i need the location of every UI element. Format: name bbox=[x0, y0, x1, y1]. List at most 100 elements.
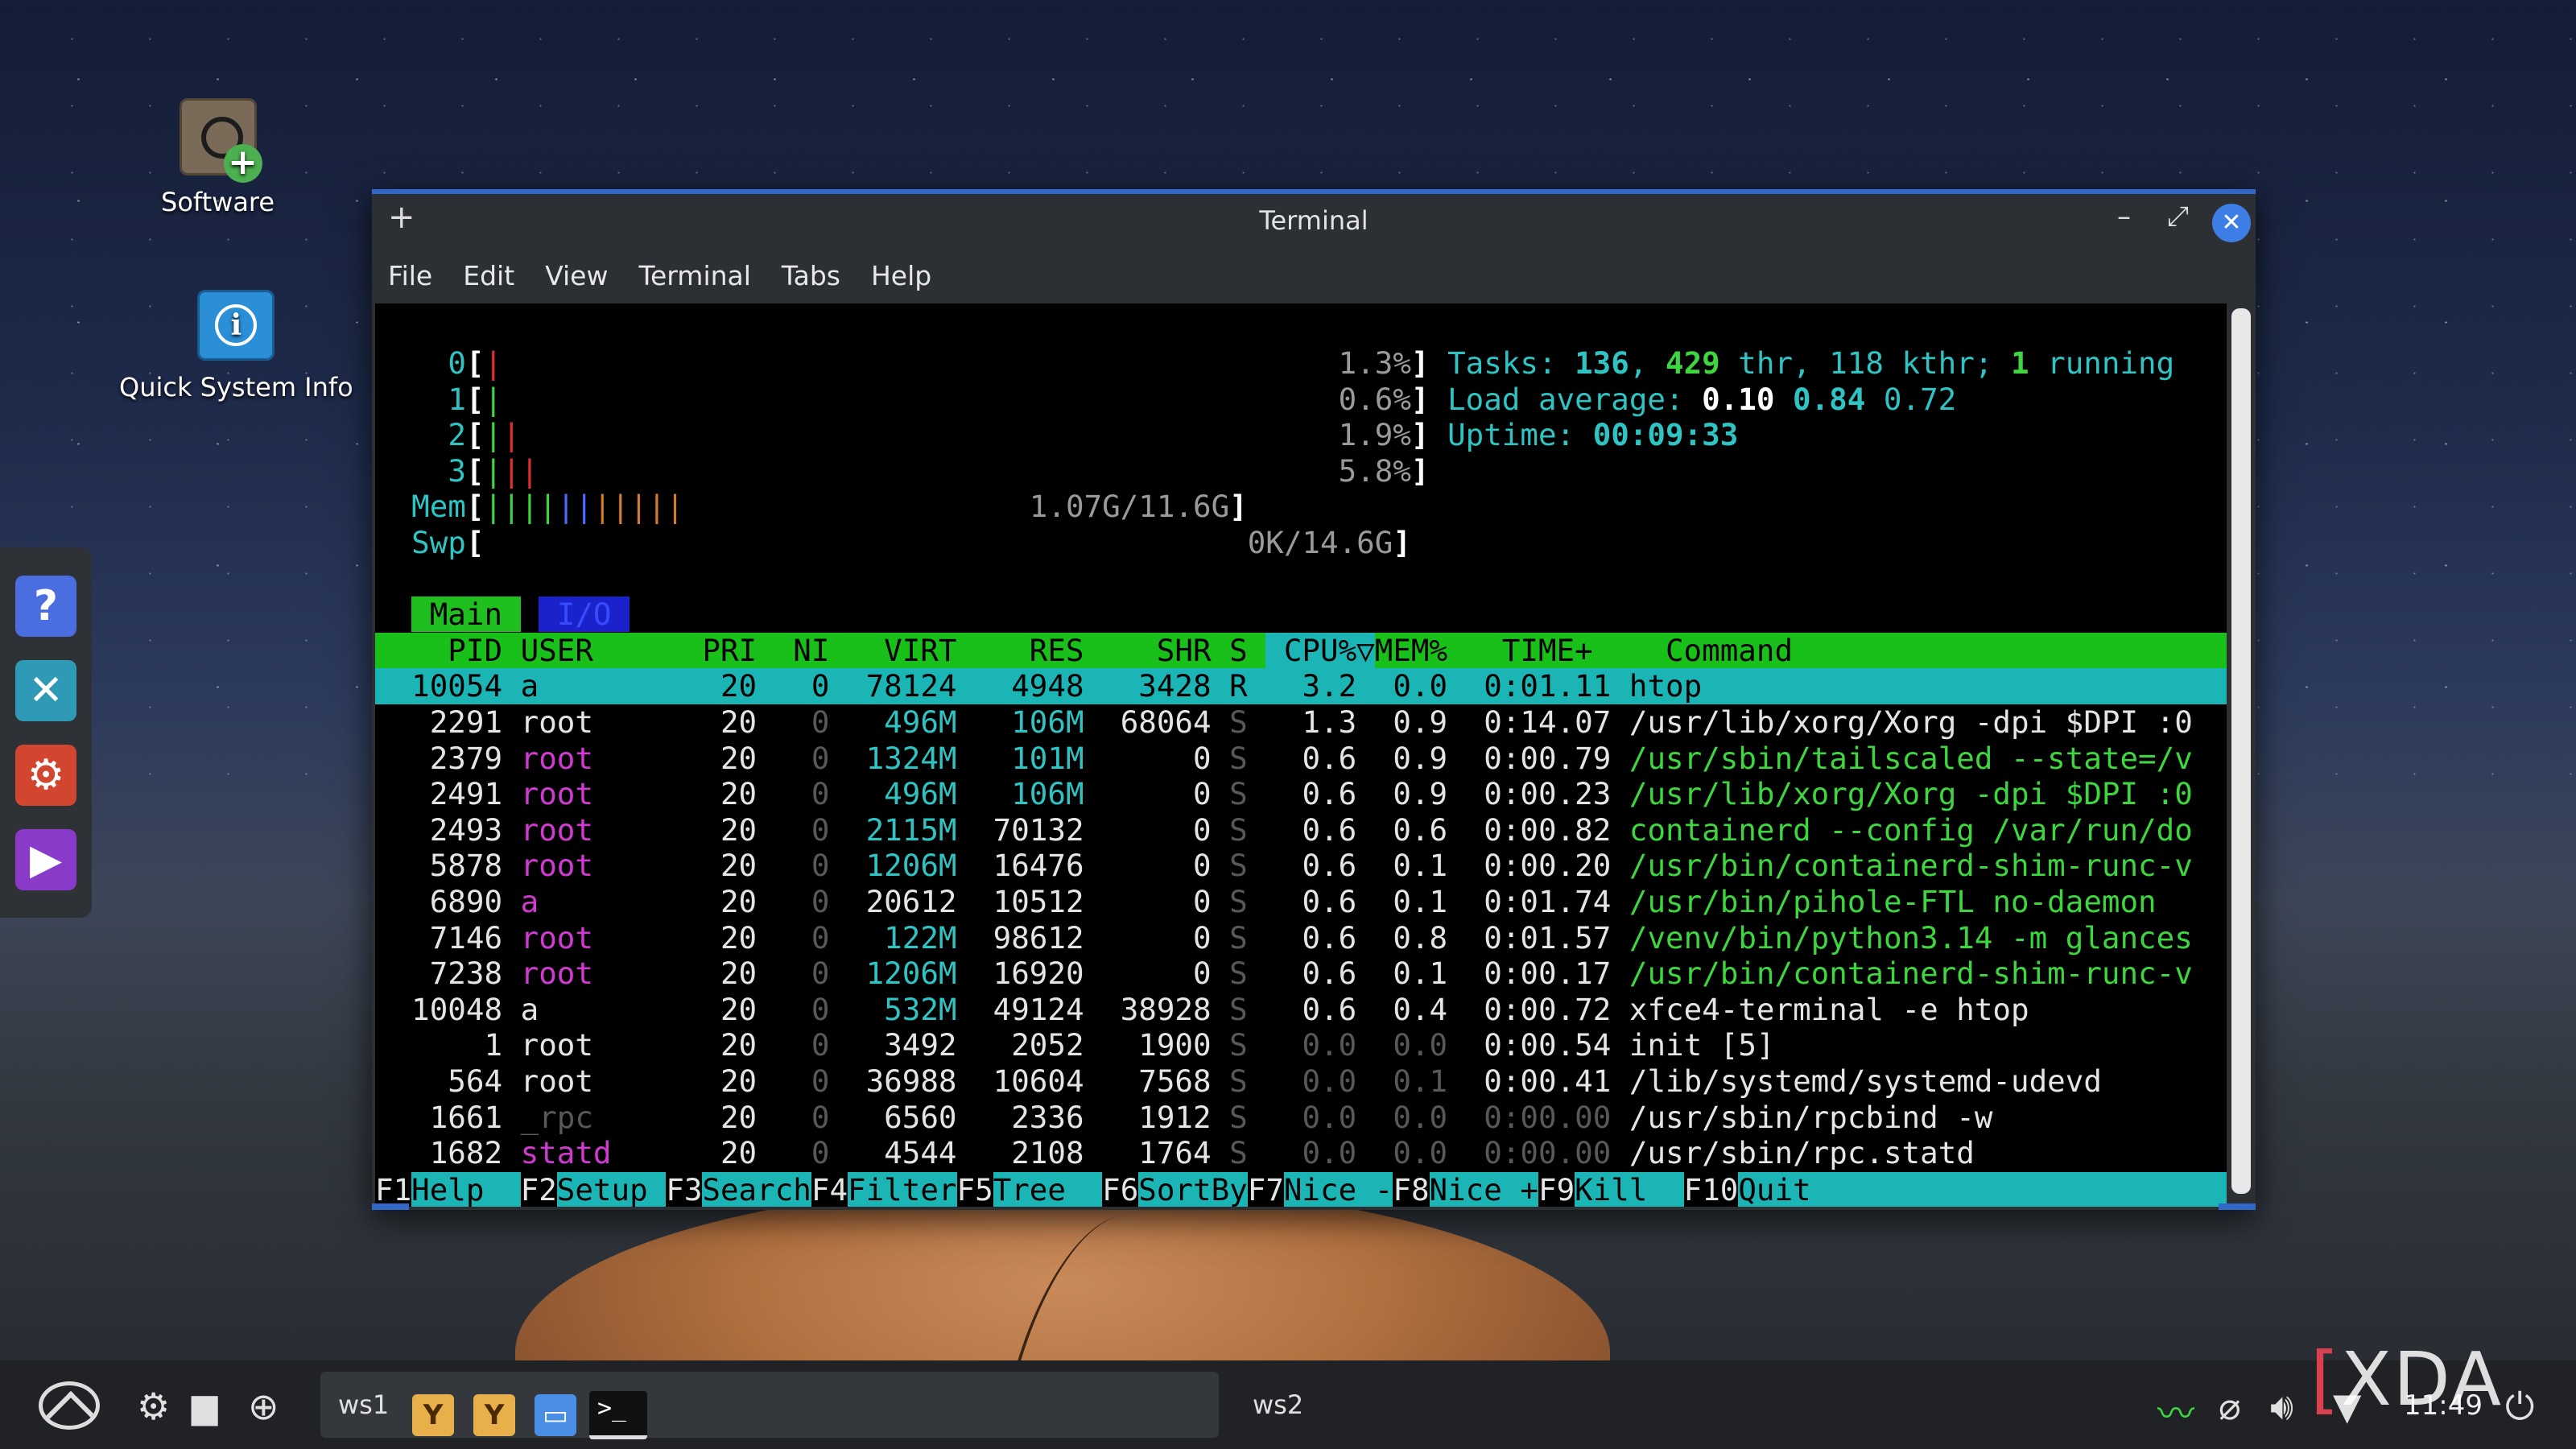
virt-cell: 3492 bbox=[848, 1027, 976, 1063]
fkey-f1[interactable]: F1Help bbox=[375, 1171, 521, 1207]
power-icon[interactable]: ⏻ bbox=[2505, 1385, 2534, 1430]
shr-cell: 0 bbox=[1102, 811, 1230, 848]
mem-cell: 0.0 bbox=[1374, 668, 1466, 704]
htop-terminal[interactable]: 0[| 1.3%] Tasks: 136, 429 thr, 118 kthr;… bbox=[375, 303, 2227, 1207]
fkey-f10[interactable]: F10Quit bbox=[1684, 1171, 2227, 1207]
app-icon-one[interactable]: Y bbox=[412, 1394, 454, 1436]
app-icon-two[interactable]: Y bbox=[473, 1394, 515, 1436]
command-cell: /usr/lib/xorg/Xorg -dpi $DPI :0 bbox=[1629, 704, 2193, 740]
pid-cell: 7238 bbox=[375, 956, 521, 992]
res-cell: 2052 bbox=[975, 1027, 1103, 1063]
table-row[interactable]: 564 root 20 0 36988 10604 7568 S 0.0 0.1… bbox=[375, 1063, 2227, 1100]
fkey-f5[interactable]: F5Tree bbox=[957, 1171, 1103, 1207]
file-manager-icon[interactable]: ▭ bbox=[535, 1394, 576, 1436]
table-row[interactable]: 7146 root 20 0 122M 98612 0 S 0.6 0.8 0:… bbox=[375, 920, 2227, 956]
table-row[interactable]: 2291 root 20 0 496M 106M 68064 S 1.3 0.9… bbox=[375, 704, 2227, 741]
menu-tabs[interactable]: Tabs bbox=[782, 260, 840, 291]
maximize-button[interactable]: ⤢ bbox=[2167, 200, 2189, 233]
fkey-f3[interactable]: F3Search bbox=[666, 1171, 811, 1207]
tab-main[interactable]: Main bbox=[411, 597, 521, 633]
menu-terminal[interactable]: Terminal bbox=[638, 260, 750, 291]
cpu-meter: 3[||| 5.8%] bbox=[448, 452, 1430, 489]
fkey-f7[interactable]: F7Nice - bbox=[1248, 1171, 1393, 1207]
terminal-app-icon[interactable]: >_ bbox=[589, 1391, 647, 1439]
res-cell: 101M bbox=[975, 740, 1103, 776]
table-row[interactable]: 2491 root 20 0 496M 106M 0 S 0.6 0.9 0:0… bbox=[375, 776, 2227, 812]
pid-cell: 1682 bbox=[375, 1135, 521, 1171]
menu-edit[interactable]: Edit bbox=[463, 260, 514, 291]
header-cpu-sorted: CPU%▽ bbox=[1265, 632, 1375, 668]
fkey-f9[interactable]: F9Kill bbox=[1538, 1171, 1684, 1207]
volume-icon[interactable]: 🔊︎ bbox=[2270, 1385, 2293, 1430]
desktop-icon-label: Software bbox=[161, 187, 275, 217]
app-menu-logo-icon[interactable] bbox=[39, 1381, 100, 1430]
fkey-f6[interactable]: F6SortBy bbox=[1102, 1171, 1248, 1207]
menu-view[interactable]: View bbox=[545, 260, 608, 291]
shr-cell: 0 bbox=[1102, 776, 1230, 812]
nice-cell: 0 bbox=[774, 704, 848, 740]
time-cell: 0:00.00 bbox=[1465, 1135, 1629, 1171]
table-row[interactable]: 1682 statd 20 0 4544 2108 1764 S 0.0 0.0… bbox=[375, 1135, 2227, 1171]
close-button[interactable]: ✕ bbox=[2212, 204, 2251, 242]
process-row-selected[interactable]: 10054 a 20 0 78124 4948 3428 R 3.2 0.0 0… bbox=[375, 668, 2227, 704]
xda-watermark: [XDA bbox=[2310, 1336, 2504, 1422]
software-icon bbox=[179, 98, 262, 183]
desktop-icon-quick-system-info[interactable]: i Quick System Info bbox=[119, 290, 353, 402]
feed-settings-icon[interactable]: ⚙ bbox=[15, 744, 76, 806]
virt-cell: 1206M bbox=[848, 956, 976, 992]
cpu-cell: 1.3 bbox=[1265, 704, 1375, 740]
cpu-cell: 0.6 bbox=[1265, 884, 1375, 919]
mem-cell: 0.4 bbox=[1374, 991, 1466, 1027]
folder-icon[interactable]: ▆ bbox=[192, 1386, 217, 1426]
time-cell: 0:00.79 bbox=[1465, 740, 1629, 776]
priority-cell: 20 bbox=[702, 919, 775, 956]
tab-io[interactable]: I/O bbox=[539, 597, 630, 633]
virt-cell: 122M bbox=[848, 919, 976, 956]
fkey-f2[interactable]: F2Setup bbox=[521, 1171, 667, 1207]
paperclip-icon[interactable]: ⌀ bbox=[2219, 1385, 2241, 1428]
function-key-bar: F1Help F2Setup F3SearchF4FilterF5Tree F6… bbox=[375, 1171, 2227, 1207]
menu-file[interactable]: File bbox=[388, 260, 432, 291]
priority-cell: 20 bbox=[702, 668, 775, 704]
table-row[interactable]: 1 root 20 0 3492 2052 1900 S 0.0 0.0 0:0… bbox=[375, 1027, 2227, 1063]
table-row[interactable]: 7238 root 20 0 1206M 16920 0 S 0.6 0.1 0… bbox=[375, 956, 2227, 992]
virt-cell: 496M bbox=[848, 704, 976, 740]
nice-cell: 0 bbox=[774, 811, 848, 848]
workspace-2[interactable]: ws2 bbox=[1253, 1389, 1303, 1420]
fkey-key: F1 bbox=[375, 1171, 412, 1207]
globe-icon[interactable]: ⊕ bbox=[248, 1385, 279, 1428]
media-player-icon[interactable]: ▶ bbox=[15, 828, 76, 890]
fkey-key: F4 bbox=[811, 1171, 848, 1207]
mem-cell: 0.9 bbox=[1374, 740, 1466, 776]
fkey-f4[interactable]: F4Filter bbox=[811, 1171, 957, 1207]
terminal-scrollbar[interactable] bbox=[2231, 308, 2251, 1194]
info-icon: i bbox=[197, 290, 275, 361]
table-row[interactable]: 2379 root 20 0 1324M 101M 0 S 0.6 0.9 0:… bbox=[375, 741, 2227, 777]
help-icon[interactable]: ? bbox=[15, 575, 76, 637]
user-cell: a bbox=[520, 884, 703, 919]
virt-cell: 6560 bbox=[848, 1099, 976, 1135]
shr-cell: 38928 bbox=[1102, 991, 1230, 1027]
user-cell: statd bbox=[520, 1135, 703, 1171]
process-table-header[interactable]: PID USER PRI NI VIRT RES SHR S CPU%▽MEM%… bbox=[375, 632, 2227, 669]
shr-cell: 1764 bbox=[1102, 1135, 1230, 1171]
workspace-1[interactable]: ws1 Y Y ▭ >_ bbox=[320, 1372, 1219, 1439]
res-cell: 70132 bbox=[975, 811, 1103, 848]
table-row[interactable]: 6890 a 20 0 20612 10512 0 S 0.6 0.1 0:01… bbox=[375, 884, 2227, 920]
minimize-button[interactable]: – bbox=[2117, 200, 2131, 233]
fkey-label: Nice - bbox=[1283, 1171, 1393, 1207]
activity-monitor-icon[interactable]: 〰 bbox=[2157, 1385, 2194, 1438]
cpu-cell: 0.0 bbox=[1265, 1099, 1375, 1135]
menu-help[interactable]: Help bbox=[871, 260, 931, 291]
pid-cell: 5878 bbox=[375, 848, 521, 884]
table-row[interactable]: 2493 root 20 0 2115M 70132 0 S 0.6 0.6 0… bbox=[375, 812, 2227, 848]
tools-icon[interactable]: ✕ bbox=[15, 659, 76, 721]
state-cell: S bbox=[1229, 1135, 1266, 1171]
table-row[interactable]: 5878 root 20 0 1206M 16476 0 S 0.6 0.1 0… bbox=[375, 848, 2227, 884]
settings-gear-icon[interactable]: ⚙ bbox=[137, 1385, 170, 1428]
table-row[interactable]: 10048 a 20 0 532M 49124 38928 S 0.6 0.4 … bbox=[375, 992, 2227, 1028]
pid-cell: 2491 bbox=[375, 776, 521, 812]
table-row[interactable]: 1661 _rpc 20 0 6560 2336 1912 S 0.0 0.0 … bbox=[375, 1100, 2227, 1136]
desktop-icon-software[interactable]: Software bbox=[161, 98, 275, 217]
fkey-f8[interactable]: F8Nice + bbox=[1393, 1171, 1538, 1207]
